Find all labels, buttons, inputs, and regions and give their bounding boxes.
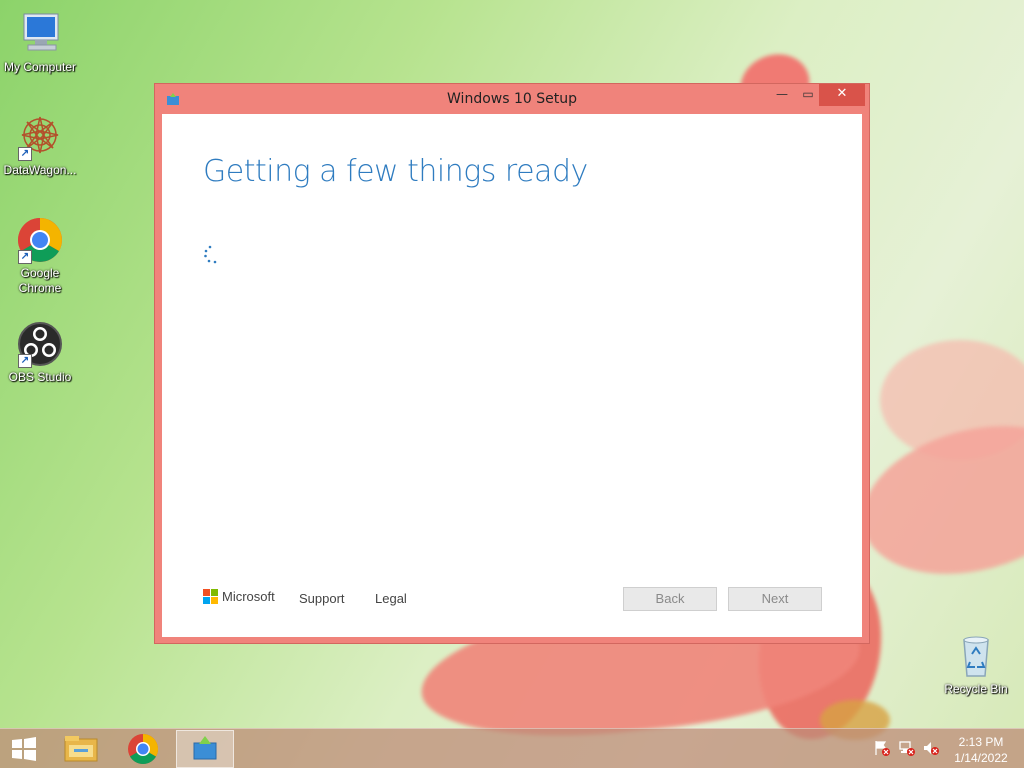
recycle-bin-icon <box>952 632 1000 680</box>
desktop-icon-label: OBS Studio <box>8 370 72 384</box>
maximize-icon: ▭ <box>802 87 814 101</box>
start-icon <box>12 737 36 761</box>
next-button[interactable]: Next <box>728 587 822 611</box>
taskbar-clock[interactable]: 2:13 PM 1/14/2022 <box>946 734 1016 766</box>
desktop-icon-recycle-bin[interactable]: Recycle Bin <box>936 632 1016 696</box>
network-icon[interactable] <box>898 739 916 757</box>
chrome-icon: ↗ <box>16 216 64 264</box>
action-center-flag-icon[interactable] <box>873 739 891 757</box>
desktop-icon-my-computer[interactable]: My Computer <box>0 10 80 74</box>
desktop-icon-obs-studio[interactable]: ↗ OBS Studio <box>0 320 80 384</box>
start-button[interactable] <box>10 737 38 761</box>
clock-date: 1/14/2022 <box>954 751 1008 765</box>
setup-content: Getting a few things ready Microsoft Sup… <box>162 114 862 637</box>
setup-window: Windows 10 Setup — ▭ ✕ Getting a few thi… <box>154 83 870 644</box>
clock-time: 2:13 PM <box>958 735 1004 749</box>
datawagon-icon: ↗ <box>16 113 64 161</box>
minimize-icon: — <box>776 87 788 101</box>
page-title: Getting a few things ready <box>203 154 588 189</box>
desktop-icon-label: My Computer <box>3 60 77 74</box>
maximize-button[interactable]: ▭ <box>795 84 821 106</box>
desktop-icon-label: Google Chrome <box>18 266 62 295</box>
title-bar[interactable]: Windows 10 Setup — ▭ ✕ <box>155 84 869 114</box>
desktop-icon-google-chrome[interactable]: ↗ Google Chrome <box>0 216 80 296</box>
taskbar-file-explorer[interactable] <box>52 730 110 768</box>
taskbar: 2:13 PM 1/14/2022 <box>0 728 1024 768</box>
file-explorer-icon <box>64 736 98 762</box>
microsoft-logo: Microsoft <box>203 589 275 604</box>
microsoft-logo-icon <box>203 589 218 604</box>
windows-setup-icon <box>193 736 217 760</box>
taskbar-windows-setup[interactable] <box>176 730 234 768</box>
window-title: Windows 10 Setup <box>447 91 577 107</box>
legal-link[interactable]: Legal <box>375 591 407 606</box>
setup-footer: Microsoft Support Legal Back Next <box>203 587 862 617</box>
desktop-icon-label: Recycle Bin <box>944 682 1008 696</box>
shortcut-arrow-icon: ↗ <box>18 147 32 161</box>
close-icon: ✕ <box>836 86 848 101</box>
obs-icon: ↗ <box>16 320 64 368</box>
volume-muted-icon[interactable] <box>922 739 940 757</box>
close-button[interactable]: ✕ <box>819 84 865 106</box>
support-link[interactable]: Support <box>299 591 345 606</box>
desktop-icon-label: DataWagon... <box>3 163 77 177</box>
loading-spinner-icon <box>203 244 223 264</box>
taskbar-chrome[interactable] <box>114 730 172 768</box>
desktop-icon-datawagon[interactable]: ↗ DataWagon... <box>0 113 80 177</box>
computer-icon <box>16 10 64 58</box>
shortcut-arrow-icon: ↗ <box>18 354 32 368</box>
chrome-icon <box>128 734 159 765</box>
back-button[interactable]: Back <box>623 587 717 611</box>
minimize-button[interactable]: — <box>769 84 795 106</box>
shortcut-arrow-icon: ↗ <box>18 250 32 264</box>
microsoft-wordmark: Microsoft <box>222 589 275 604</box>
